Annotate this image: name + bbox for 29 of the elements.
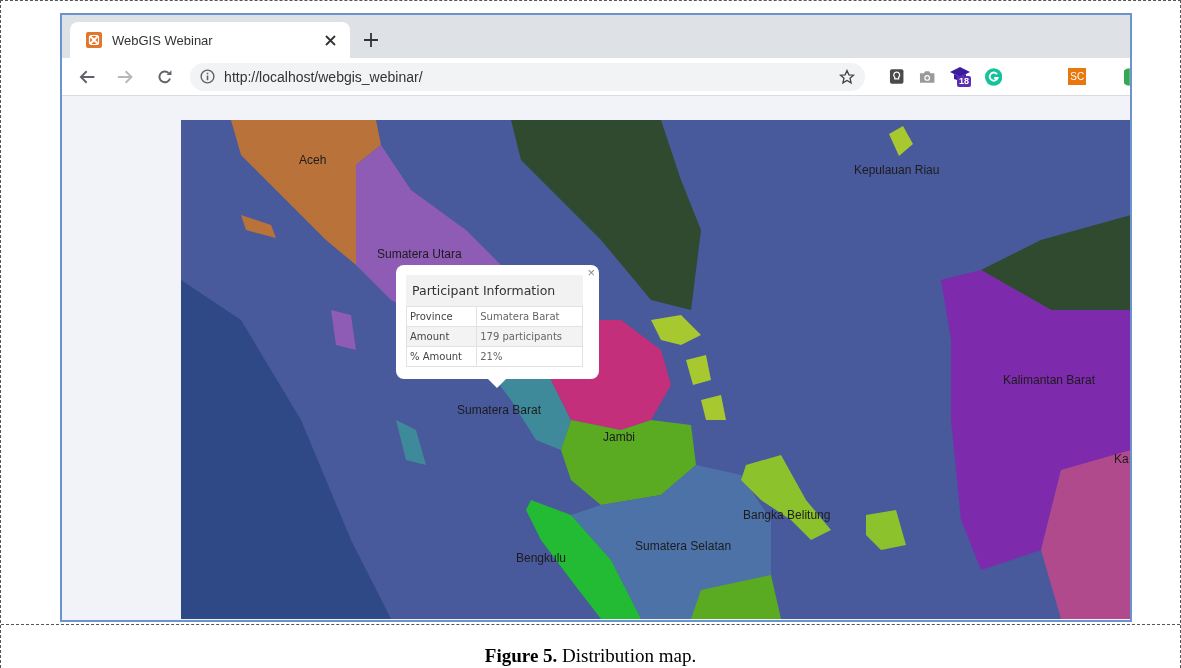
field-value: Sumatera Barat bbox=[476, 306, 583, 327]
new-tab-icon[interactable] bbox=[364, 33, 378, 48]
map-label: Kepulauan Riau bbox=[854, 163, 940, 177]
map-label: Ka bbox=[1114, 452, 1129, 466]
map-label: Aceh bbox=[299, 153, 327, 167]
info-icon[interactable] bbox=[200, 69, 216, 85]
field-label: Amount bbox=[406, 326, 477, 347]
bulb-icon[interactable] bbox=[889, 67, 905, 86]
address-bar[interactable]: http://localhost/webgis_webinar/ bbox=[190, 62, 866, 91]
map-label: Sumatera Barat bbox=[457, 403, 542, 417]
notification-badge: 18 bbox=[956, 75, 971, 87]
field-label: Province bbox=[406, 306, 477, 327]
map-label: Sumatera Selatan bbox=[635, 539, 732, 553]
popup-title: Participant Information bbox=[406, 275, 583, 306]
browser-tab[interactable]: WebGIS Webinar bbox=[70, 22, 350, 59]
favicon-icon bbox=[86, 32, 102, 49]
field-value: 21% bbox=[476, 346, 583, 367]
star-icon[interactable] bbox=[839, 68, 856, 85]
camera-icon[interactable] bbox=[918, 69, 935, 84]
reload-icon[interactable] bbox=[156, 68, 173, 85]
figure-caption: Figure 5. Distribution map. bbox=[483, 645, 698, 667]
close-icon[interactable] bbox=[325, 34, 336, 46]
field-label: % Amount bbox=[406, 346, 477, 367]
map-label: Sumatera Utara bbox=[377, 247, 462, 261]
map-label: Jambi bbox=[603, 430, 635, 444]
map-label: Kalimantan Barat bbox=[1003, 373, 1096, 387]
url-text: http://localhost/webgis_webinar/ bbox=[224, 68, 424, 85]
close-button[interactable]: × bbox=[587, 265, 595, 280]
back-icon[interactable] bbox=[78, 68, 96, 85]
